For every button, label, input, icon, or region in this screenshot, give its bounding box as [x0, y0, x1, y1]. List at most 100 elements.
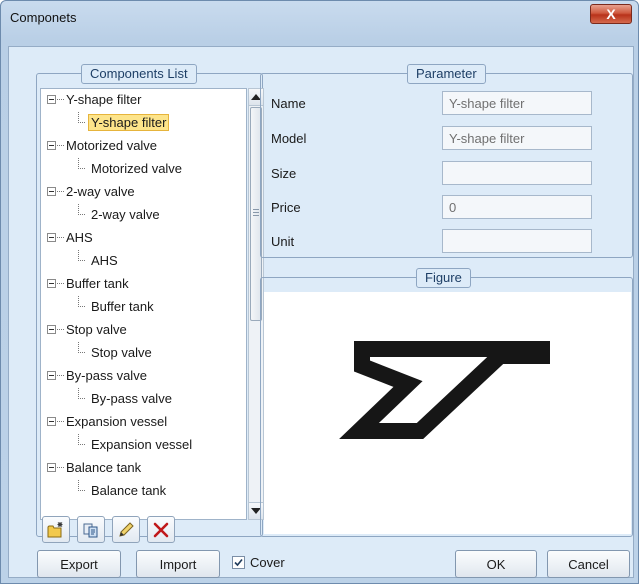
- price-field[interactable]: 0: [442, 195, 592, 219]
- collapse-icon[interactable]: [47, 233, 56, 242]
- tree-child-node[interactable]: By-pass valve: [41, 388, 246, 411]
- model-field[interactable]: Y-shape filter: [442, 126, 592, 150]
- size-field[interactable]: [442, 161, 592, 185]
- window-title: Componets: [10, 10, 77, 25]
- tree-parent-label: By-pass valve: [66, 368, 147, 383]
- figure-legend: Figure: [416, 268, 471, 288]
- tree-parent-label: Expansion vessel: [66, 414, 168, 429]
- tree-connector: [78, 112, 85, 123]
- tree-parent-node[interactable]: AHS: [41, 227, 246, 250]
- tree-child-node[interactable]: Motorized valve: [41, 158, 246, 181]
- components-list-group: Components List Y-shape filter Y-shape fi…: [36, 64, 264, 543]
- tree-parent-node[interactable]: Motorized valve: [41, 135, 246, 158]
- tree-child-node[interactable]: 2-way valve: [41, 204, 246, 227]
- tree-connector: [78, 480, 85, 491]
- tree-parent-node[interactable]: Stop valve: [41, 319, 246, 342]
- tree-parent-node[interactable]: By-pass valve: [41, 365, 246, 388]
- ok-button[interactable]: OK: [455, 550, 537, 578]
- tree-parent-label: Motorized valve: [66, 138, 158, 153]
- tree-child-node[interactable]: Buffer tank: [41, 296, 246, 319]
- components-tree[interactable]: Y-shape filter Y-shape filter Motorized va…: [40, 88, 247, 520]
- tree-child-node[interactable]: Y-shape filter: [41, 112, 246, 135]
- size-label: Size: [271, 166, 297, 181]
- collapse-icon[interactable]: [47, 279, 56, 288]
- tree-parent-node[interactable]: Buffer tank: [41, 273, 246, 296]
- cover-label: Cover: [250, 555, 285, 570]
- tree-connector: [57, 329, 64, 330]
- tree-child-node[interactable]: Balance tank: [41, 480, 246, 503]
- tree-connector: [78, 158, 85, 169]
- dialog-client-area: Components List Y-shape filter Y-shape fi…: [8, 46, 634, 578]
- tree-connector: [78, 250, 85, 261]
- export-button[interactable]: Export: [37, 550, 121, 578]
- copy-icon: [83, 523, 98, 538]
- tree-parent-node[interactable]: Y-shape filter: [41, 89, 246, 112]
- collapse-icon[interactable]: [47, 371, 56, 380]
- collapse-icon[interactable]: [47, 417, 56, 426]
- parameter-legend: Parameter: [407, 64, 486, 84]
- edit-button[interactable]: [112, 516, 140, 543]
- tree-parent-label: Stop valve: [66, 322, 127, 337]
- grip-line: [253, 209, 259, 210]
- close-button[interactable]: X: [590, 4, 632, 24]
- collapse-icon[interactable]: [47, 463, 56, 472]
- tree-connector: [57, 237, 64, 238]
- figure-canvas: [264, 292, 631, 534]
- copy-button[interactable]: [77, 516, 105, 543]
- collapse-icon[interactable]: [47, 325, 56, 334]
- figure-group: Figure: [260, 268, 633, 537]
- unit-label: Unit: [271, 234, 295, 249]
- components-list-legend: Components List: [81, 64, 197, 84]
- delete-button[interactable]: [147, 516, 175, 543]
- price-label: Price: [271, 200, 301, 215]
- title-bar[interactable]: Componets X: [1, 1, 638, 37]
- pencil-icon: [119, 522, 134, 537]
- tree-parent-label: 2-way valve: [66, 184, 135, 199]
- tree-child-label: Buffer tank: [91, 299, 154, 314]
- tree-connector: [57, 191, 64, 192]
- tree-connector: [57, 375, 64, 376]
- tree-parent-label: AHS: [66, 230, 93, 245]
- tree-child-label: Stop valve: [91, 345, 152, 360]
- collapse-icon[interactable]: [47, 187, 56, 196]
- tree-connector: [78, 388, 85, 399]
- tree-connector: [78, 434, 85, 445]
- tree-parent-label: Buffer tank: [66, 276, 129, 291]
- cover-checkbox[interactable]: [232, 556, 245, 569]
- name-label: Name: [271, 96, 306, 111]
- cancel-button[interactable]: Cancel: [547, 550, 630, 578]
- tree-parent-label: Y-shape filter: [66, 92, 142, 107]
- tree-connector: [57, 467, 64, 468]
- new-folder-icon: [47, 522, 63, 538]
- tree-parent-label: Balance tank: [66, 460, 142, 475]
- unit-field[interactable]: [442, 229, 592, 253]
- grip-line: [253, 212, 259, 213]
- checkmark-icon: [234, 558, 243, 567]
- tree-child-label: By-pass valve: [91, 391, 172, 406]
- tree-connector: [57, 421, 64, 422]
- componets-dialog: Componets X Components List Y-shape filt…: [0, 0, 639, 584]
- tree-child-node[interactable]: AHS: [41, 250, 246, 273]
- tree-child-node[interactable]: Stop valve: [41, 342, 246, 365]
- new-folder-button[interactable]: [42, 516, 70, 543]
- tree-child-label: Expansion vessel: [91, 437, 193, 452]
- tree-child-label: AHS: [91, 253, 118, 268]
- close-icon: X: [606, 6, 616, 22]
- tree-child-label-selected: Y-shape filter: [88, 114, 170, 131]
- tree-child-label: Balance tank: [91, 483, 167, 498]
- collapse-icon[interactable]: [47, 141, 56, 150]
- tree-connector: [57, 145, 64, 146]
- tree-child-label: 2-way valve: [91, 207, 160, 222]
- tree-parent-node[interactable]: 2-way valve: [41, 181, 246, 204]
- tree-parent-node[interactable]: Balance tank: [41, 457, 246, 480]
- collapse-icon[interactable]: [47, 95, 56, 104]
- tree-child-node[interactable]: Expansion vessel: [41, 434, 246, 457]
- name-field[interactable]: Y-shape filter: [442, 91, 592, 115]
- tree-connector: [57, 99, 64, 100]
- import-button[interactable]: Import: [136, 550, 220, 578]
- delete-x-icon: [153, 522, 169, 538]
- parameter-group: Parameter Name Y-shape filter Model Y-sh…: [260, 64, 633, 258]
- model-label: Model: [271, 131, 307, 146]
- tree-parent-node[interactable]: Expansion vessel: [41, 411, 246, 434]
- tree-connector: [78, 296, 85, 307]
